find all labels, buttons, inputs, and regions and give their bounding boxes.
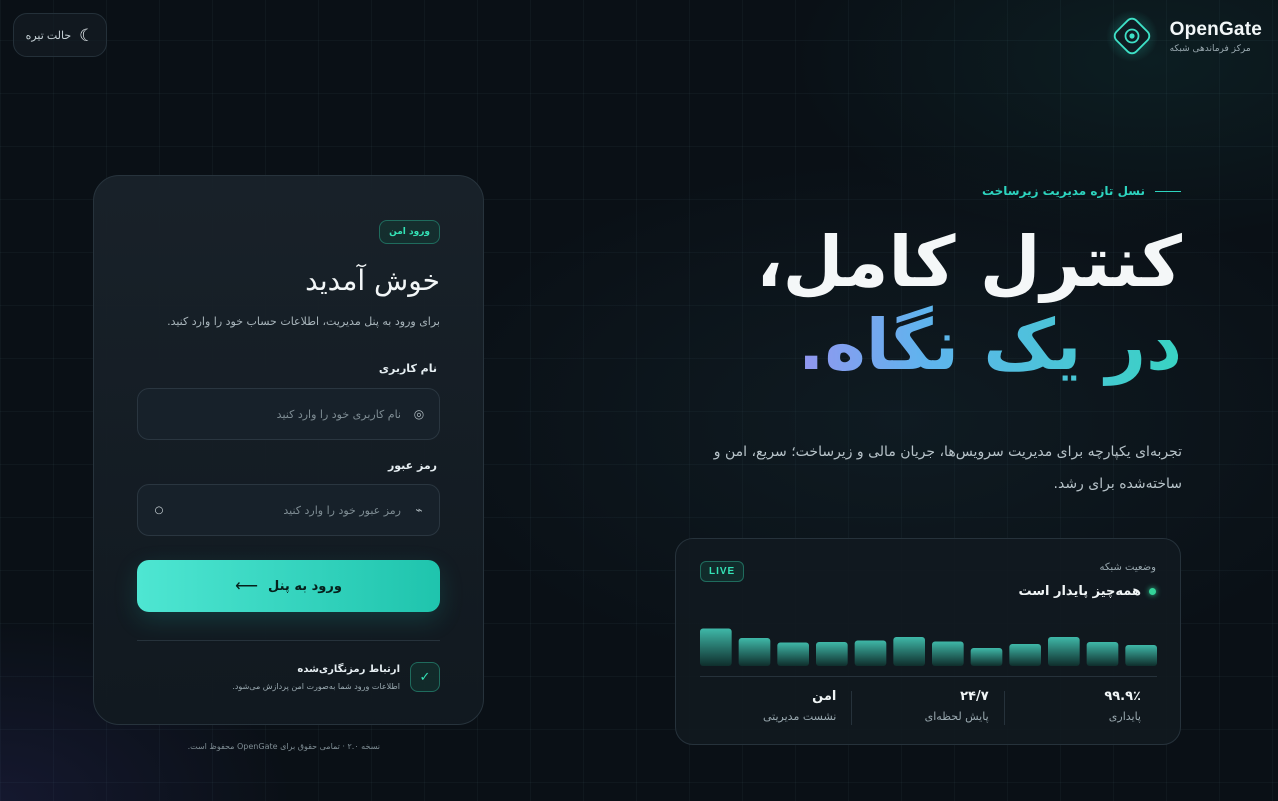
kicker-text: نسل تازه مدیریت زیرساخت (981, 184, 1145, 198)
chart-bar (1009, 644, 1041, 666)
hero-description: تجربه‌ای یکپارچه برای مدیریت سرویس‌ها، ج… (713, 444, 1182, 492)
username-label: نام کاربری (378, 362, 437, 375)
username-input[interactable] (150, 407, 401, 421)
theme-toggle-button[interactable]: ☾ حالت تیره (13, 13, 107, 57)
username-field[interactable]: ◎ (137, 388, 440, 440)
stat-value: امن (812, 689, 837, 704)
stat-monitoring: ۲۴/۷ پایش لحظه‌ای (852, 689, 1006, 725)
status-state: همه‌چیز پایدار است (1018, 584, 1156, 599)
show-password-icon[interactable]: ○ (150, 501, 168, 519)
encryption-title: ارتباط رمزنگاری‌شده (297, 663, 400, 675)
bar-chart-svg (700, 628, 1157, 666)
stat-label: پایداری (1108, 710, 1141, 723)
moon-icon: ☾ (79, 25, 95, 45)
hero-title: کنترل کامل، در یک نگاه. (756, 221, 1183, 387)
stat-label: پایش لحظه‌ای (924, 710, 989, 723)
live-badge: LIVE (700, 561, 745, 582)
login-title: خوش آمدید (305, 264, 440, 297)
activity-bar-chart (700, 615, 1157, 667)
login-card: ورود امن خوش آمدید برای ورود به پنل مدیر… (93, 175, 484, 725)
chart-bar (1048, 637, 1080, 666)
status-dot-icon (1149, 588, 1156, 595)
theme-toggle-label: حالت تیره (25, 29, 72, 42)
login-submit-button[interactable]: ورود به پنل ⟵ (137, 560, 440, 612)
network-status-card: وضعیت شبکه همه‌چیز پایدار است LIVE ۹۹.۹٪… (675, 538, 1181, 745)
chart-bar (816, 642, 848, 666)
footer-note: نسخه ۲.۰ · تمامی حقوق برای OpenGate محفو… (187, 742, 380, 751)
status-card-title: وضعیت شبکه (1099, 562, 1156, 573)
stat-session: امن نشست مدیریتی (700, 689, 853, 725)
user-icon: ◎ (413, 407, 425, 421)
chart-bar (1125, 645, 1157, 666)
chart-bar (738, 638, 771, 666)
status-state-text: همه‌چیز پایدار است (1018, 584, 1141, 599)
kicker-line (1155, 190, 1181, 192)
stat-value: ۹۹.۹٪ (1104, 689, 1141, 704)
logo-icon (1104, 10, 1160, 62)
password-label: رمز عبور (387, 459, 437, 472)
brand-name: OpenGate (1169, 18, 1262, 40)
hero-kicker: نسل تازه مدیریت زیرساخت (982, 184, 1181, 198)
status-divider (700, 676, 1157, 677)
chart-bar (777, 642, 809, 666)
arrow-left-icon: ⟵ (235, 578, 258, 595)
chart-bar (1086, 642, 1119, 666)
chart-bar (893, 637, 925, 666)
status-stats: ۹۹.۹٪ پایداری ۲۴/۷ پایش لحظه‌ای امن نشست… (700, 689, 1157, 725)
encryption-desc: اطلاعات ورود شما به‌صورت امن پردازش می‌ش… (232, 681, 400, 691)
key-icon: ⌁ (415, 503, 423, 517)
stat-value: ۲۴/۷ (960, 689, 989, 704)
brand-subtitle: مرکز فرماندهی شبکه (1169, 43, 1251, 54)
password-input[interactable] (178, 503, 401, 517)
stat-label: نشست مدیریتی (763, 710, 837, 723)
login-subtitle: برای ورود به پنل مدیریت، اطلاعات حساب خو… (167, 315, 440, 328)
hero-title-line1: کنترل کامل، (756, 221, 1183, 303)
chart-bar (970, 648, 1003, 666)
stat-uptime: ۹۹.۹٪ پایداری (1005, 689, 1157, 723)
hero-title-line2: در یک نگاه. (756, 303, 1183, 387)
chart-bar (932, 641, 964, 666)
submit-label: ورود به پنل (268, 578, 342, 594)
chart-bar (700, 628, 732, 666)
chart-bar (854, 640, 887, 666)
secure-login-badge: ورود امن (379, 220, 440, 244)
brand[interactable]: OpenGate مرکز فرماندهی شبکه (1104, 10, 1262, 62)
encryption-note: ✓ ارتباط رمزنگاری‌شده اطلاعات ورود شما ب… (232, 662, 440, 692)
login-divider (137, 640, 440, 641)
check-icon: ✓ (410, 662, 440, 692)
password-field[interactable]: ⌁ ○ (137, 484, 440, 536)
